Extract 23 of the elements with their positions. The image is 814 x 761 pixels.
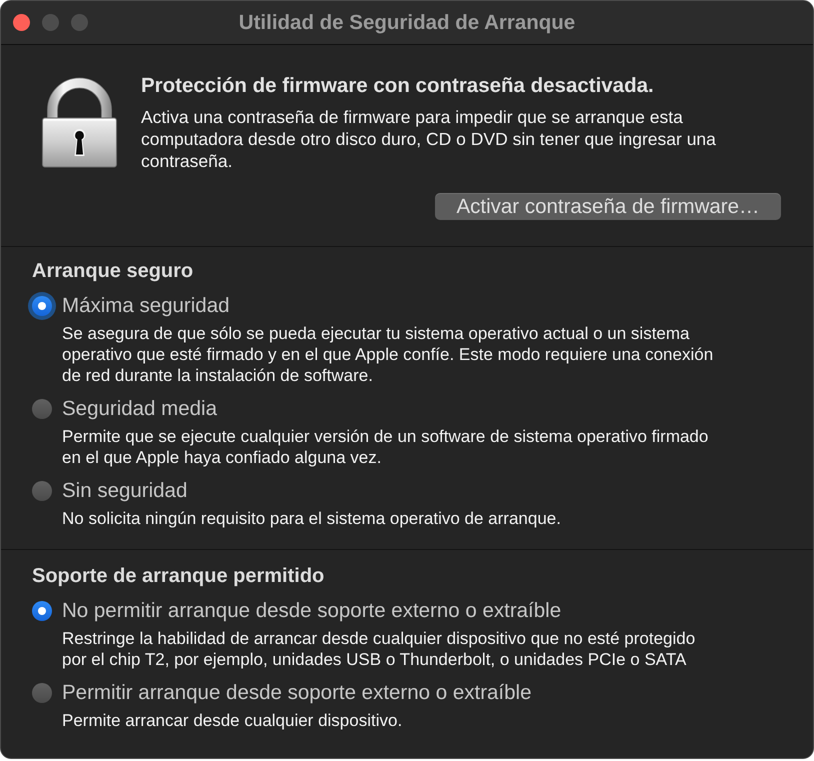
- status-heading: Protección de firmware con contraseña desactivada.: [141, 74, 655, 98]
- radio-button[interactable]: [32, 481, 52, 501]
- radio-label[interactable]: Seguridad media: [62, 396, 217, 422]
- radio-label[interactable]: Permitir arranque desde soporte externo o extraíble: [62, 680, 532, 706]
- option-description: No solicita ningún requisito para el sistema operativo de arranque.: [62, 508, 562, 529]
- option-description: Restringe la habilidad de arrancar desde cualquier dispositivo que no esté protegido por el chip T2, por ejemplo, unidades USB o Thunderbolt, o unidades PCIe o SATA: [62, 628, 696, 670]
- radio-button[interactable]: [32, 399, 52, 419]
- option-description: Permite arrancar desde cualquier dispositivo.: [62, 710, 404, 731]
- option-description: Permite que se ejecute cualquier versión de un software de sistema operativo firmado en el que Apple haya confiado alguna vez.: [62, 426, 710, 468]
- padlock-icon: [42, 77, 117, 168]
- section-title: Soporte de arranque permitido: [32, 564, 326, 588]
- radio-button[interactable]: [32, 296, 52, 316]
- option-description: Se asegura de que sólo se pueda ejecutar tu sistema operativo actual o un sistema operativo que esté firmado y en el que Apple confíe. Este modo requiere una conexión de red durante la instalación de software.: [62, 323, 714, 386]
- enable-password-button[interactable]: Activar contraseña de firmware…: [435, 193, 781, 220]
- radio-button[interactable]: [32, 601, 52, 621]
- radio-label[interactable]: Máxima seguridad: [62, 293, 230, 319]
- radio-button[interactable]: [32, 683, 52, 703]
- radio-label[interactable]: No permitir arranque desde soporte externo o extraíble: [62, 598, 562, 624]
- section-title: Arranque seguro: [32, 259, 194, 283]
- close-button[interactable]: [13, 14, 30, 31]
- window-title: Utilidad de Seguridad de Arranque: [238, 10, 576, 34]
- status-description: Activa una contraseña de firmware para impedir que se arranque esta computadora desde otro disco duro, CD o DVD sin tener que ingresar una contraseña.: [141, 106, 717, 172]
- radio-label[interactable]: Sin seguridad: [62, 478, 188, 504]
